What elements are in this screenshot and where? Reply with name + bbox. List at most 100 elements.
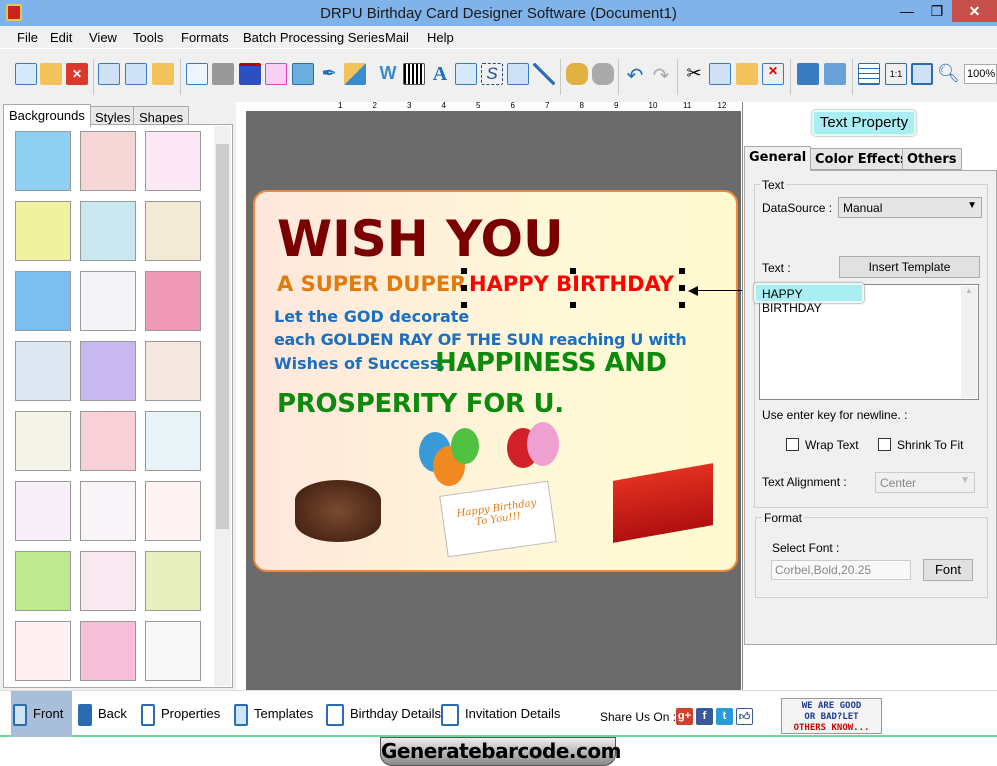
cake-image[interactable] [295,480,381,542]
google-plus-icon[interactable]: g+ [676,708,693,725]
shapes-icon[interactable] [344,63,366,85]
text-file-icon[interactable] [455,63,477,85]
background-thumbnail[interactable] [145,341,201,401]
selection-handle[interactable] [679,268,685,274]
card-message-line[interactable]: Let the GOD decorate [274,307,469,326]
menu-help[interactable]: Help [427,30,454,45]
save-as-icon[interactable] [125,63,147,85]
wrap-text-checkbox[interactable] [786,438,799,451]
menu-file[interactable]: File [17,30,38,45]
menu-mail[interactable]: Mail [385,30,409,45]
maximize-button[interactable]: ❐ [922,0,952,22]
menu-formats[interactable]: Formats [181,30,229,45]
font-button[interactable]: Font [923,559,973,581]
menu-edit[interactable]: Edit [50,30,72,45]
print-icon[interactable] [212,63,234,85]
background-thumbnail[interactable] [80,621,136,681]
background-thumbnail[interactable] [80,481,136,541]
text-icon[interactable]: A [429,63,451,85]
background-thumbnail[interactable] [15,411,71,471]
background-thumbnail[interactable] [145,201,201,261]
card-subtitle-text[interactable]: A SUPER DUPER [277,272,466,296]
bring-front-icon[interactable] [797,63,819,85]
text-value-highlight[interactable]: HAPPY BIRTHDAY [754,283,864,315]
image-icon[interactable] [292,63,314,85]
tab-color-effects[interactable]: Color Effects [810,148,913,170]
twitter-icon[interactable]: t [716,708,733,725]
background-thumbnail[interactable] [15,201,71,261]
undo-icon[interactable]: ↶ [624,63,646,87]
barcode-icon[interactable] [403,63,425,85]
font-field[interactable]: Corbel,Bold,20.25 [771,560,911,580]
card-title-text[interactable]: WISH YOU [277,210,564,268]
export-icon[interactable] [152,63,174,85]
background-thumbnail[interactable] [80,271,136,331]
card-happy-birthday-text[interactable]: HAPPY BIRTHDAY [469,272,674,296]
selection-handle[interactable] [679,285,685,291]
background-thumbnail[interactable] [80,551,136,611]
minimize-button[interactable]: — [892,0,922,22]
properties-icon[interactable] [186,63,208,85]
save-icon[interactable] [98,63,120,85]
menu-tools[interactable]: Tools [133,30,163,45]
background-thumbnail[interactable] [15,341,71,401]
background-thumbnail[interactable] [145,411,201,471]
birthday-card[interactable]: WISH YOU A SUPER DUPER HAPPY BIRTHDAY Le… [253,190,738,572]
zoom-in-icon[interactable]: 🔍︎ [937,63,960,85]
text-alignment-select[interactable]: Center ▼ [875,472,975,493]
background-thumbnail[interactable] [15,621,71,681]
card-happiness-text[interactable]: HAPPINESS AND [435,348,667,378]
close-button[interactable]: ✕ [952,0,997,22]
templates-button[interactable]: Templates [232,691,313,737]
background-thumbnail[interactable] [15,131,71,191]
fit-icon[interactable] [911,63,933,85]
wordart-icon[interactable]: W [377,63,399,85]
properties-button[interactable]: Properties [139,691,220,737]
send-back-icon[interactable] [824,63,846,85]
cut-icon[interactable]: ✂ [683,63,705,85]
card-prosperity-text[interactable]: PROSPERITY FOR U. [277,389,564,419]
menu-view[interactable]: View [89,30,117,45]
open-icon[interactable] [40,63,62,85]
background-thumbnail[interactable] [15,271,71,331]
background-thumbnail[interactable] [145,551,201,611]
background-thumbnail[interactable] [80,411,136,471]
gift-icon[interactable] [265,63,287,85]
gift-box-image[interactable] [613,463,713,543]
background-thumbnail[interactable] [15,481,71,541]
scrollbar-thumb[interactable] [216,144,229,529]
background-thumbnail[interactable] [80,131,136,191]
tab-general[interactable]: General [744,146,812,171]
shrink-to-fit-checkbox[interactable] [878,438,891,451]
database-gray-icon[interactable] [592,63,614,85]
copy-icon[interactable] [709,63,731,85]
card-message-line[interactable]: each GOLDEN RAY OF THE SUN reaching U wi… [274,330,687,349]
background-thumbnail[interactable] [145,271,201,331]
redo-icon[interactable]: ↷ [650,63,672,87]
layers-icon[interactable] [239,63,261,85]
mail-icon[interactable] [507,63,529,85]
actual-size-icon[interactable]: 1:1 [885,63,907,85]
feedback-button[interactable]: WE ARE GOOD OR BAD?LET OTHERS KNOW... [781,698,882,734]
delete-icon[interactable]: ✕ [762,63,784,85]
facebook-icon[interactable]: f [696,708,713,725]
new-icon[interactable] [15,63,37,85]
background-thumbnail[interactable] [145,481,201,541]
background-thumbnail[interactable] [15,551,71,611]
selection-handle[interactable] [570,302,576,308]
tab-backgrounds[interactable]: Backgrounds [3,104,91,127]
background-thumbnail[interactable] [145,621,201,681]
insert-template-button[interactable]: Insert Template [839,256,980,278]
signature-icon[interactable]: S [481,63,503,85]
zoom-level[interactable]: 100% [964,64,997,84]
card-sign-image[interactable]: Happy Birthday To You!!! [439,480,557,558]
paste-icon[interactable] [736,63,758,85]
close-document-icon[interactable]: ✕ [66,63,88,85]
menu-batch-processing[interactable]: Batch Processing Series [243,30,385,45]
invitation-details-button[interactable]: Invitation Details [439,691,560,737]
selection-handle[interactable] [679,302,685,308]
tab-others[interactable]: Others [902,148,962,170]
background-thumbnail[interactable] [80,201,136,261]
background-thumbnail[interactable] [80,341,136,401]
front-button[interactable]: Front [11,691,72,737]
